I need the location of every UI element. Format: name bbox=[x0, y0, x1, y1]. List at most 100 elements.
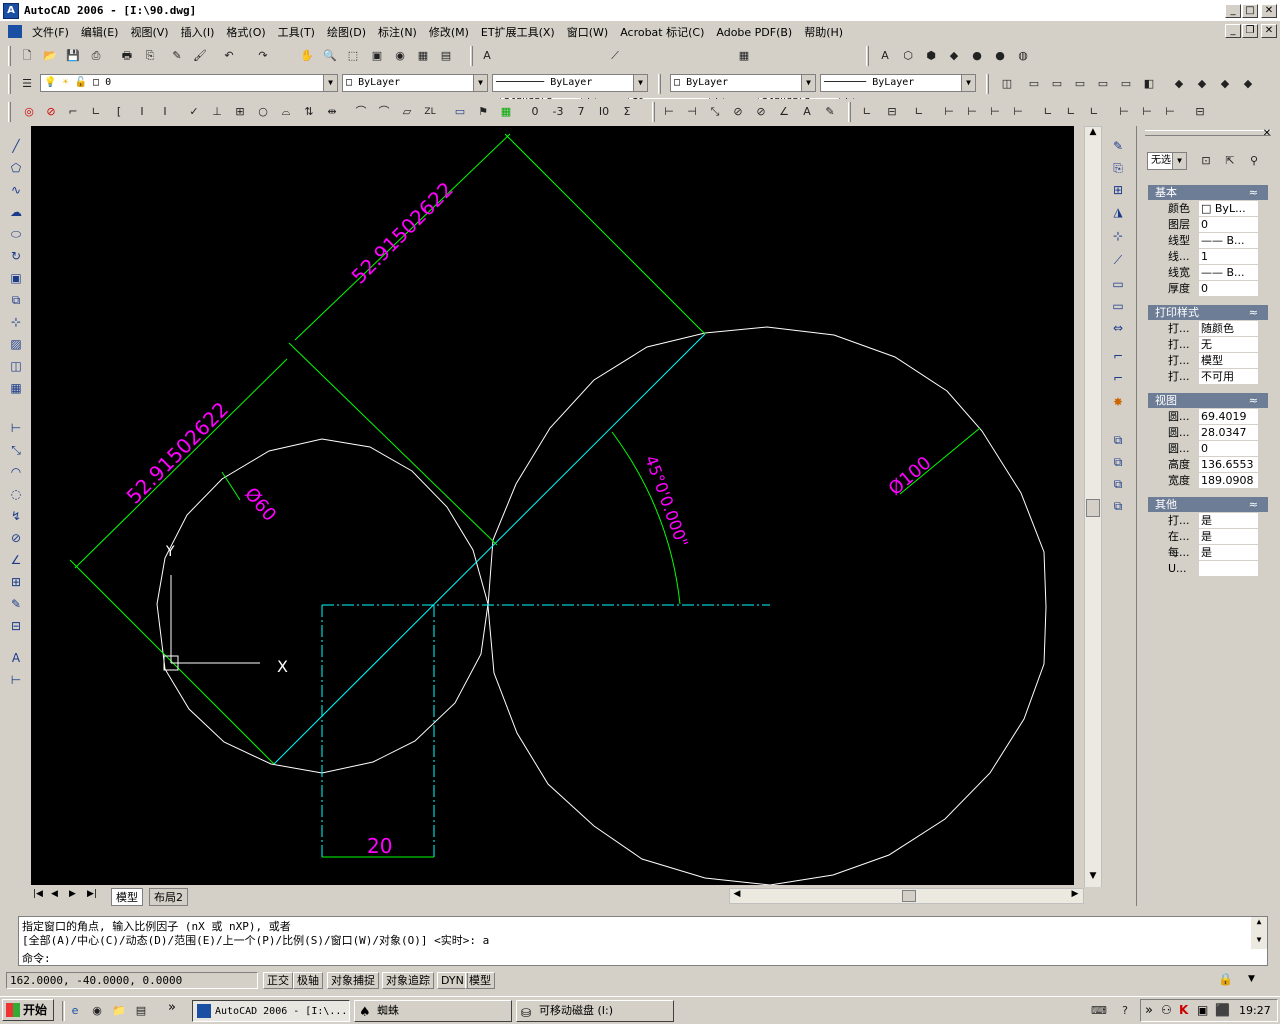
3d-shape-icon[interactable]: ⬡ bbox=[899, 47, 917, 65]
tolerance-left-icon[interactable]: ⊟ bbox=[6, 616, 26, 636]
property-row[interactable]: 高度 136.6553 bbox=[1165, 457, 1258, 473]
property-row[interactable]: 线宽 —— B... bbox=[1165, 265, 1258, 281]
command-window[interactable]: 指定窗口的角点, 输入比例因子 (nX 或 nXP), 或者 [全部(A)/中心… bbox=[18, 916, 1268, 966]
dim-break-icon[interactable]: ⊢ bbox=[986, 103, 1004, 121]
dim-oblique-icon[interactable]: ∟ bbox=[1062, 103, 1080, 121]
make-block-icon[interactable]: ⧉ bbox=[6, 290, 26, 310]
trim-icon[interactable]: ⌐ bbox=[1108, 346, 1128, 366]
calculator-icon[interactable]: ▤ bbox=[437, 47, 455, 65]
property-row[interactable]: 圆... 28.0347 bbox=[1165, 425, 1258, 441]
view-top-icon[interactable]: ◫ bbox=[998, 75, 1016, 93]
vertical-scrollbar[interactable]: ▲ ▼ bbox=[1084, 126, 1102, 888]
dim-angular-icon[interactable]: ∠ bbox=[775, 103, 793, 121]
material-sphere-icon[interactable]: ● bbox=[991, 47, 1009, 65]
dim-arc-icon[interactable]: ◠ bbox=[6, 462, 26, 482]
seven-label[interactable]: 7 bbox=[572, 103, 590, 121]
save-icon[interactable]: 💾 bbox=[64, 47, 82, 65]
dim-aligned-icon[interactable]: ⊣ bbox=[683, 103, 701, 121]
drawing-canvas[interactable]: X Y 52.91502622 52.91502622 Ø60 Ø100 45°… bbox=[31, 126, 1074, 886]
quick-select-icon[interactable]: ⚲ bbox=[1245, 152, 1263, 170]
snap-endpoint-icon[interactable]: ⌐ bbox=[64, 103, 82, 121]
hatch-icon[interactable]: ▨ bbox=[6, 334, 26, 354]
dim-baseline-left-icon[interactable]: ⊞ bbox=[6, 572, 26, 592]
dim-aligned-left-icon[interactable]: ⤡ bbox=[6, 440, 26, 460]
tangent-icon[interactable]: ⌓ bbox=[277, 103, 295, 121]
menu-item[interactable]: 视图(V) bbox=[124, 22, 174, 42]
palette-grip[interactable] bbox=[1145, 130, 1271, 136]
maximize-button[interactable]: □ bbox=[1242, 4, 1258, 18]
view-bottom-icon[interactable]: ▭ bbox=[1094, 75, 1112, 93]
snap-bracket-icon[interactable]: [ bbox=[110, 103, 128, 121]
ellipse-icon[interactable]: ⬭ bbox=[6, 224, 26, 244]
ie-quicklaunch-icon[interactable]: e bbox=[66, 1002, 84, 1020]
property-row[interactable]: 线型 —— B... bbox=[1165, 233, 1258, 249]
property-value[interactable]: 是 bbox=[1199, 513, 1258, 529]
section-view[interactable]: 视图 ≈ bbox=[1148, 393, 1268, 408]
section-basic[interactable]: 基本 ≈ bbox=[1148, 185, 1268, 200]
property-value[interactable]: 随颜色 bbox=[1199, 321, 1258, 337]
task-autocad[interactable]: AutoCAD 2006 - [I:\... bbox=[192, 1000, 350, 1022]
folder-quicklaunch-icon[interactable]: 📁 bbox=[110, 1002, 128, 1020]
dim-override-icon[interactable]: ⊢ bbox=[1138, 103, 1156, 121]
dim-tedit-icon[interactable]: ⊢ bbox=[1115, 103, 1133, 121]
fillet-icon[interactable]: ⌒ bbox=[352, 103, 370, 121]
select-objects-icon[interactable]: ⇱ bbox=[1221, 152, 1239, 170]
status-toggle[interactable]: 正交 bbox=[263, 972, 293, 989]
status-toggle[interactable]: 对象追踪 bbox=[382, 972, 434, 989]
doc-close-button[interactable]: ✕ bbox=[1261, 24, 1277, 38]
menu-item[interactable]: ET扩展工具(X) bbox=[475, 22, 561, 42]
view-iso-icon[interactable]: ◧ bbox=[1140, 75, 1158, 93]
property-value[interactable]: 189.0908 bbox=[1199, 473, 1258, 489]
status-menu-icon[interactable]: ▼ bbox=[1248, 974, 1255, 984]
table-insert-icon[interactable]: ▦ bbox=[6, 378, 26, 398]
lock-status-icon[interactable]: 🔒 bbox=[1218, 972, 1233, 986]
property-row[interactable]: 厚度 0 bbox=[1165, 281, 1258, 297]
property-value[interactable]: 69.4019 bbox=[1199, 409, 1258, 425]
view-right-icon[interactable]: ▭ bbox=[1071, 75, 1089, 93]
node-icon[interactable]: ⇅ bbox=[300, 103, 318, 121]
zoom-window-icon[interactable]: ⬚ bbox=[344, 47, 362, 65]
menu-item[interactable]: 文件(F) bbox=[26, 22, 75, 42]
insert-block-icon[interactable]: ▣ bbox=[6, 268, 26, 288]
dim-ordinate-icon[interactable]: ⤡ bbox=[706, 103, 724, 121]
menu-item[interactable]: 窗口(W) bbox=[561, 22, 614, 42]
3d-box-icon[interactable]: ⬢ bbox=[922, 47, 940, 65]
snap-clear-icon[interactable]: ⊘ bbox=[42, 103, 60, 121]
property-row[interactable]: 每... 是 bbox=[1165, 545, 1258, 561]
tray-chevron[interactable]: » bbox=[1145, 1003, 1153, 1018]
zl-label[interactable]: ZL bbox=[421, 103, 439, 121]
flag-icon[interactable]: ⚑ bbox=[474, 103, 492, 121]
menu-item[interactable]: 帮助(H) bbox=[798, 22, 849, 42]
menu-item[interactable]: 插入(I) bbox=[175, 22, 221, 42]
match-properties-icon[interactable]: ✎ bbox=[168, 47, 186, 65]
rotate-icon[interactable]: ↻ bbox=[6, 246, 26, 266]
dim-diameter-left-icon[interactable]: ⊘ bbox=[6, 528, 26, 548]
desktop-quicklaunch-icon[interactable]: ▤ bbox=[132, 1002, 150, 1020]
property-value[interactable]: 136.6553 bbox=[1199, 457, 1258, 473]
task-spider[interactable]: ♠ 蜘蛛 bbox=[354, 1000, 512, 1022]
property-row[interactable]: 图层 0 bbox=[1165, 217, 1258, 233]
property-value[interactable]: □ ByL... bbox=[1199, 201, 1258, 217]
property-value[interactable]: 1 bbox=[1199, 249, 1258, 265]
property-row[interactable]: 打... 模型 bbox=[1165, 353, 1258, 369]
neg3-label[interactable]: -3 bbox=[549, 103, 567, 121]
minimize-button[interactable]: _ bbox=[1225, 4, 1241, 18]
tab-model[interactable]: 模型 bbox=[111, 888, 143, 906]
polygon-icon[interactable]: ⬠ bbox=[6, 158, 26, 178]
render-sphere-icon[interactable]: ● bbox=[968, 47, 986, 65]
mirror-icon[interactable]: ⊞ bbox=[1108, 180, 1128, 200]
autocad-app-icon[interactable]: A bbox=[3, 3, 19, 19]
media-quicklaunch-icon[interactable]: ◉ bbox=[88, 1002, 106, 1020]
dim-angle-left-icon[interactable]: ∠ bbox=[6, 550, 26, 570]
menu-item[interactable]: Adobe PDF(B) bbox=[710, 24, 798, 41]
scroll-left-icon[interactable]: ◀ bbox=[730, 889, 744, 899]
open-file-icon[interactable]: 📂 bbox=[41, 47, 59, 65]
sigma-label[interactable]: Σ bbox=[618, 103, 636, 121]
property-row[interactable]: 打... 无 bbox=[1165, 337, 1258, 353]
layer-manager-icon[interactable]: ☰ bbox=[18, 75, 36, 93]
design-center-icon[interactable]: ◉ bbox=[391, 47, 409, 65]
draworder-under-icon[interactable]: ⧉ bbox=[1108, 496, 1128, 516]
dim-style-left-icon[interactable]: ⊢ bbox=[6, 670, 26, 690]
doc-minimize-button[interactable]: _ bbox=[1225, 24, 1241, 38]
rotate-right-icon[interactable]: ▭ bbox=[1108, 274, 1128, 294]
